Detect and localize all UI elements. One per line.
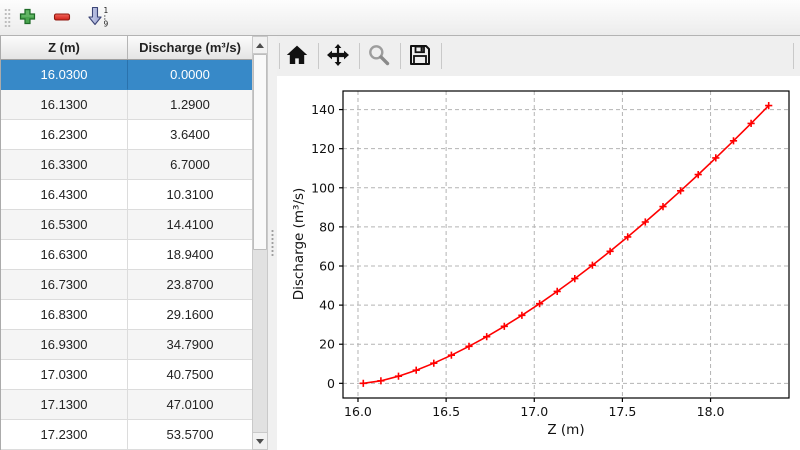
scrollbar-up-button[interactable] bbox=[253, 37, 267, 54]
table-scrollbar[interactable] bbox=[252, 36, 268, 450]
svg-text:16.5: 16.5 bbox=[432, 404, 460, 419]
svg-text:80: 80 bbox=[319, 219, 335, 234]
table-row[interactable]: 16.630018.9400 bbox=[1, 240, 252, 270]
table-row[interactable]: 16.930034.7900 bbox=[1, 330, 252, 360]
zoom-button[interactable] bbox=[364, 41, 394, 71]
z-cell[interactable]: 16.6300 bbox=[1, 240, 128, 270]
svg-text:140: 140 bbox=[311, 102, 335, 117]
plus-icon bbox=[19, 8, 36, 28]
chart-toolbar bbox=[277, 36, 800, 76]
z-cell[interactable]: 16.7300 bbox=[1, 270, 128, 300]
minus-icon bbox=[53, 8, 71, 29]
z-cell[interactable]: 16.2300 bbox=[1, 120, 128, 150]
discharge-cell[interactable]: 53.5700 bbox=[128, 420, 252, 450]
discharge-cell[interactable]: 29.1600 bbox=[128, 300, 252, 330]
pan-button[interactable] bbox=[323, 41, 353, 71]
z-cell[interactable]: 16.3300 bbox=[1, 150, 128, 180]
discharge-cell[interactable]: 14.4100 bbox=[128, 210, 252, 240]
z-cell[interactable]: 16.9300 bbox=[1, 330, 128, 360]
main-toolbar: 1 9 bbox=[0, 0, 800, 36]
z-cell[interactable]: 16.0300 bbox=[1, 60, 128, 90]
rating-table: Z (m) Discharge (m³/s) 16.03000.000016.1… bbox=[0, 36, 252, 450]
svg-text:40: 40 bbox=[319, 298, 335, 313]
table-row[interactable]: 16.830029.1600 bbox=[1, 300, 252, 330]
z-cell[interactable]: 16.8300 bbox=[1, 300, 128, 330]
remove-row-button[interactable] bbox=[48, 4, 76, 32]
table-row[interactable]: 16.33006.7000 bbox=[1, 150, 252, 180]
svg-text:9: 9 bbox=[103, 20, 108, 29]
discharge-cell[interactable]: 34.7900 bbox=[128, 330, 252, 360]
scrollbar-thumb[interactable] bbox=[253, 54, 267, 250]
discharge-cell[interactable]: 47.0100 bbox=[128, 390, 252, 420]
splitter-grip-icon bbox=[271, 229, 274, 257]
svg-text:120: 120 bbox=[311, 141, 335, 156]
zoom-icon bbox=[367, 43, 391, 70]
toolbar-separator bbox=[793, 43, 794, 69]
table-row[interactable]: 16.730023.8700 bbox=[1, 270, 252, 300]
sort-ascending-button[interactable]: 1 9 bbox=[84, 4, 112, 32]
discharge-cell[interactable]: 1.2900 bbox=[128, 90, 252, 120]
toolbar-separator bbox=[279, 43, 280, 69]
svg-text:17.0: 17.0 bbox=[520, 404, 548, 419]
triangle-up-icon bbox=[256, 43, 264, 48]
svg-text:1: 1 bbox=[103, 6, 108, 15]
discharge-cell[interactable]: 23.8700 bbox=[128, 270, 252, 300]
panel-splitter[interactable] bbox=[268, 36, 277, 450]
z-cell[interactable]: 17.0300 bbox=[1, 360, 128, 390]
discharge-cell[interactable]: 6.7000 bbox=[128, 150, 252, 180]
svg-text:17.5: 17.5 bbox=[608, 404, 636, 419]
svg-text:0: 0 bbox=[327, 376, 335, 391]
table-row[interactable]: 16.03000.0000 bbox=[1, 60, 252, 90]
sort-1-9-icon: 1 9 bbox=[87, 5, 110, 31]
svg-text:60: 60 bbox=[319, 259, 335, 274]
chart-xlabel: Z (m) bbox=[466, 422, 666, 438]
rating-table-panel: Z (m) Discharge (m³/s) 16.03000.000016.1… bbox=[0, 36, 268, 450]
table-row[interactable]: 16.430010.3100 bbox=[1, 180, 252, 210]
table-row[interactable]: 16.13001.2900 bbox=[1, 90, 252, 120]
discharge-cell[interactable]: 18.9400 bbox=[128, 240, 252, 270]
z-cell[interactable]: 17.2300 bbox=[1, 420, 128, 450]
discharge-cell[interactable]: 40.7500 bbox=[128, 360, 252, 390]
z-cell[interactable]: 17.1300 bbox=[1, 390, 128, 420]
chart-ylabel: Discharge (m³/s) bbox=[291, 124, 309, 364]
svg-text:100: 100 bbox=[311, 180, 335, 195]
column-header-discharge[interactable]: Discharge (m³/s) bbox=[128, 36, 252, 59]
pan-icon bbox=[326, 43, 350, 70]
chart-area[interactable]: 16.0 16.5 17.0 17.5 18.0 0 20 40 60 80 100 120 140 Z… bbox=[277, 76, 800, 450]
table-header-row: Z (m) Discharge (m³/s) bbox=[1, 36, 252, 60]
discharge-cell[interactable]: 10.3100 bbox=[128, 180, 252, 210]
toolbar-separator bbox=[318, 43, 319, 69]
z-cell[interactable]: 16.5300 bbox=[1, 210, 128, 240]
table-row[interactable]: 17.030040.7500 bbox=[1, 360, 252, 390]
save-button[interactable] bbox=[405, 41, 435, 71]
svg-text:16.0: 16.0 bbox=[344, 404, 372, 419]
toolbar-grip-handle[interactable] bbox=[4, 8, 11, 28]
toolbar-separator bbox=[441, 43, 442, 69]
toolbar-separator bbox=[400, 43, 401, 69]
save-icon bbox=[408, 43, 432, 70]
table-row[interactable]: 17.230053.5700 bbox=[1, 420, 252, 450]
svg-text:20: 20 bbox=[319, 337, 335, 352]
add-row-button[interactable] bbox=[13, 4, 41, 32]
discharge-cell[interactable]: 3.6400 bbox=[128, 120, 252, 150]
z-cell[interactable]: 16.1300 bbox=[1, 90, 128, 120]
app-window: 1 9 Z (m) Discharge (m³/s) 16.03000.0000… bbox=[0, 0, 800, 450]
z-cell[interactable]: 16.4300 bbox=[1, 180, 128, 210]
table-row[interactable]: 16.23003.6400 bbox=[1, 120, 252, 150]
table-row[interactable]: 16.530014.4100 bbox=[1, 210, 252, 240]
chart-panel: 16.0 16.5 17.0 17.5 18.0 0 20 40 60 80 100 120 140 Z… bbox=[277, 36, 800, 450]
table-row[interactable]: 17.130047.0100 bbox=[1, 390, 252, 420]
column-header-z[interactable]: Z (m) bbox=[1, 36, 128, 59]
home-icon bbox=[285, 43, 309, 70]
chart-svg: 16.0 16.5 17.0 17.5 18.0 0 20 40 60 80 100 120 140 bbox=[277, 76, 800, 450]
home-button[interactable] bbox=[282, 41, 312, 71]
svg-text:18.0: 18.0 bbox=[697, 404, 725, 419]
scrollbar-down-button[interactable] bbox=[253, 432, 267, 449]
discharge-cell[interactable]: 0.0000 bbox=[128, 60, 252, 90]
toolbar-separator bbox=[359, 43, 360, 69]
triangle-down-icon bbox=[256, 439, 264, 444]
table-body: 16.03000.000016.13001.290016.23003.64001… bbox=[1, 60, 252, 450]
